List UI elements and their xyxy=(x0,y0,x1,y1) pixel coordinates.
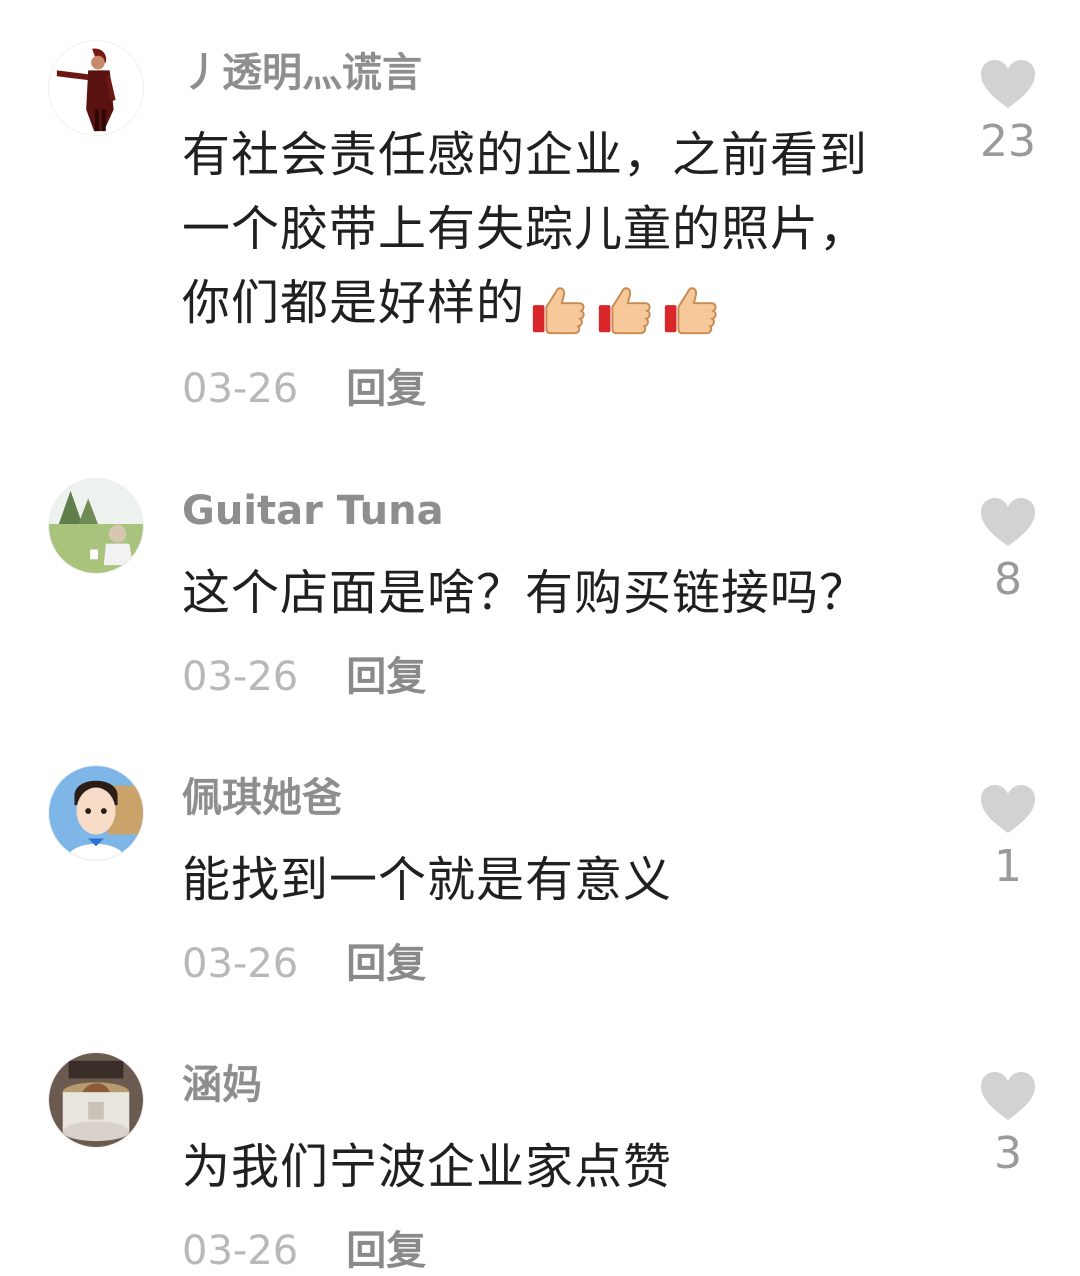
username[interactable]: Guitar Tuna xyxy=(182,486,444,536)
comment-text-line-with-emoji: 你们都是好样的 xyxy=(182,266,942,343)
comment-date: 03-26 xyxy=(182,654,299,700)
emoji-row xyxy=(529,269,727,343)
comment-text: 这个店面是啥？有购买链接吗？ xyxy=(182,556,942,630)
comment-meta: 03-26 回复 xyxy=(182,939,426,989)
comment-text: 能找到一个就是有意义 xyxy=(182,843,942,917)
reply-button[interactable]: 回复 xyxy=(346,1228,426,1274)
avatar[interactable] xyxy=(48,1052,144,1148)
like-count: 23 xyxy=(980,116,1036,167)
comment-meta: 03-26 回复 xyxy=(182,364,426,414)
comment-list: 丿透明灬谎言 有社会责任感的企业，之前看到 一个胶带上有失踪儿童的照片， 你们都… xyxy=(0,0,1080,1274)
avatar-image xyxy=(49,479,143,573)
comment-text: 为我们宁波企业家点赞 xyxy=(182,1130,942,1204)
comment-text-line: 能找到一个就是有意义 xyxy=(182,852,673,908)
avatar[interactable] xyxy=(48,765,144,861)
comment-text-line: 有社会责任感的企业，之前看到 xyxy=(182,127,869,183)
comment-text-line: 一个胶带上有失踪儿童的照片， xyxy=(182,201,869,257)
reply-button[interactable]: 回复 xyxy=(346,366,426,412)
comment-text-segment: 你们都是好样的 xyxy=(182,275,526,331)
avatar[interactable] xyxy=(48,478,144,574)
heart-icon[interactable] xyxy=(979,58,1037,110)
heart-icon[interactable] xyxy=(979,1070,1037,1122)
avatar[interactable] xyxy=(48,40,144,136)
heart-icon[interactable] xyxy=(979,783,1037,835)
avatar-image xyxy=(49,41,143,135)
thumbs-up-icon xyxy=(598,287,651,335)
like-button[interactable]: 1 xyxy=(970,783,1046,893)
like-count: 3 xyxy=(994,1128,1022,1179)
like-button[interactable]: 23 xyxy=(970,58,1046,168)
comment-meta: 03-26 回复 xyxy=(182,652,426,702)
like-button[interactable]: 3 xyxy=(970,1070,1046,1180)
comment-text-line: 为我们宁波企业家点赞 xyxy=(182,1139,673,1195)
thumbs-up-icon xyxy=(664,287,717,335)
comment-meta: 03-26 回复 xyxy=(182,1226,426,1276)
thumbs-up-icon xyxy=(532,287,585,335)
avatar-image xyxy=(49,1053,143,1147)
avatar-image xyxy=(49,766,143,860)
comment-date: 03-26 xyxy=(182,941,299,987)
reply-button[interactable]: 回复 xyxy=(346,941,426,987)
comment-text: 有社会责任感的企业，之前看到 一个胶带上有失踪儿童的照片， 你们都是好样的 xyxy=(182,118,942,343)
username[interactable]: 涵妈 xyxy=(182,1060,262,1110)
heart-icon[interactable] xyxy=(979,496,1037,548)
like-count: 8 xyxy=(994,554,1022,605)
comment-text-line: 这个店面是啥？有购买链接吗？ xyxy=(182,565,869,621)
like-count: 1 xyxy=(994,841,1022,892)
reply-button[interactable]: 回复 xyxy=(346,654,426,700)
like-button[interactable]: 8 xyxy=(970,496,1046,606)
username[interactable]: 丿透明灬谎言 xyxy=(182,48,422,98)
comment-date: 03-26 xyxy=(182,366,299,412)
username[interactable]: 佩琪她爸 xyxy=(182,773,342,823)
comment-date: 03-26 xyxy=(182,1228,299,1274)
